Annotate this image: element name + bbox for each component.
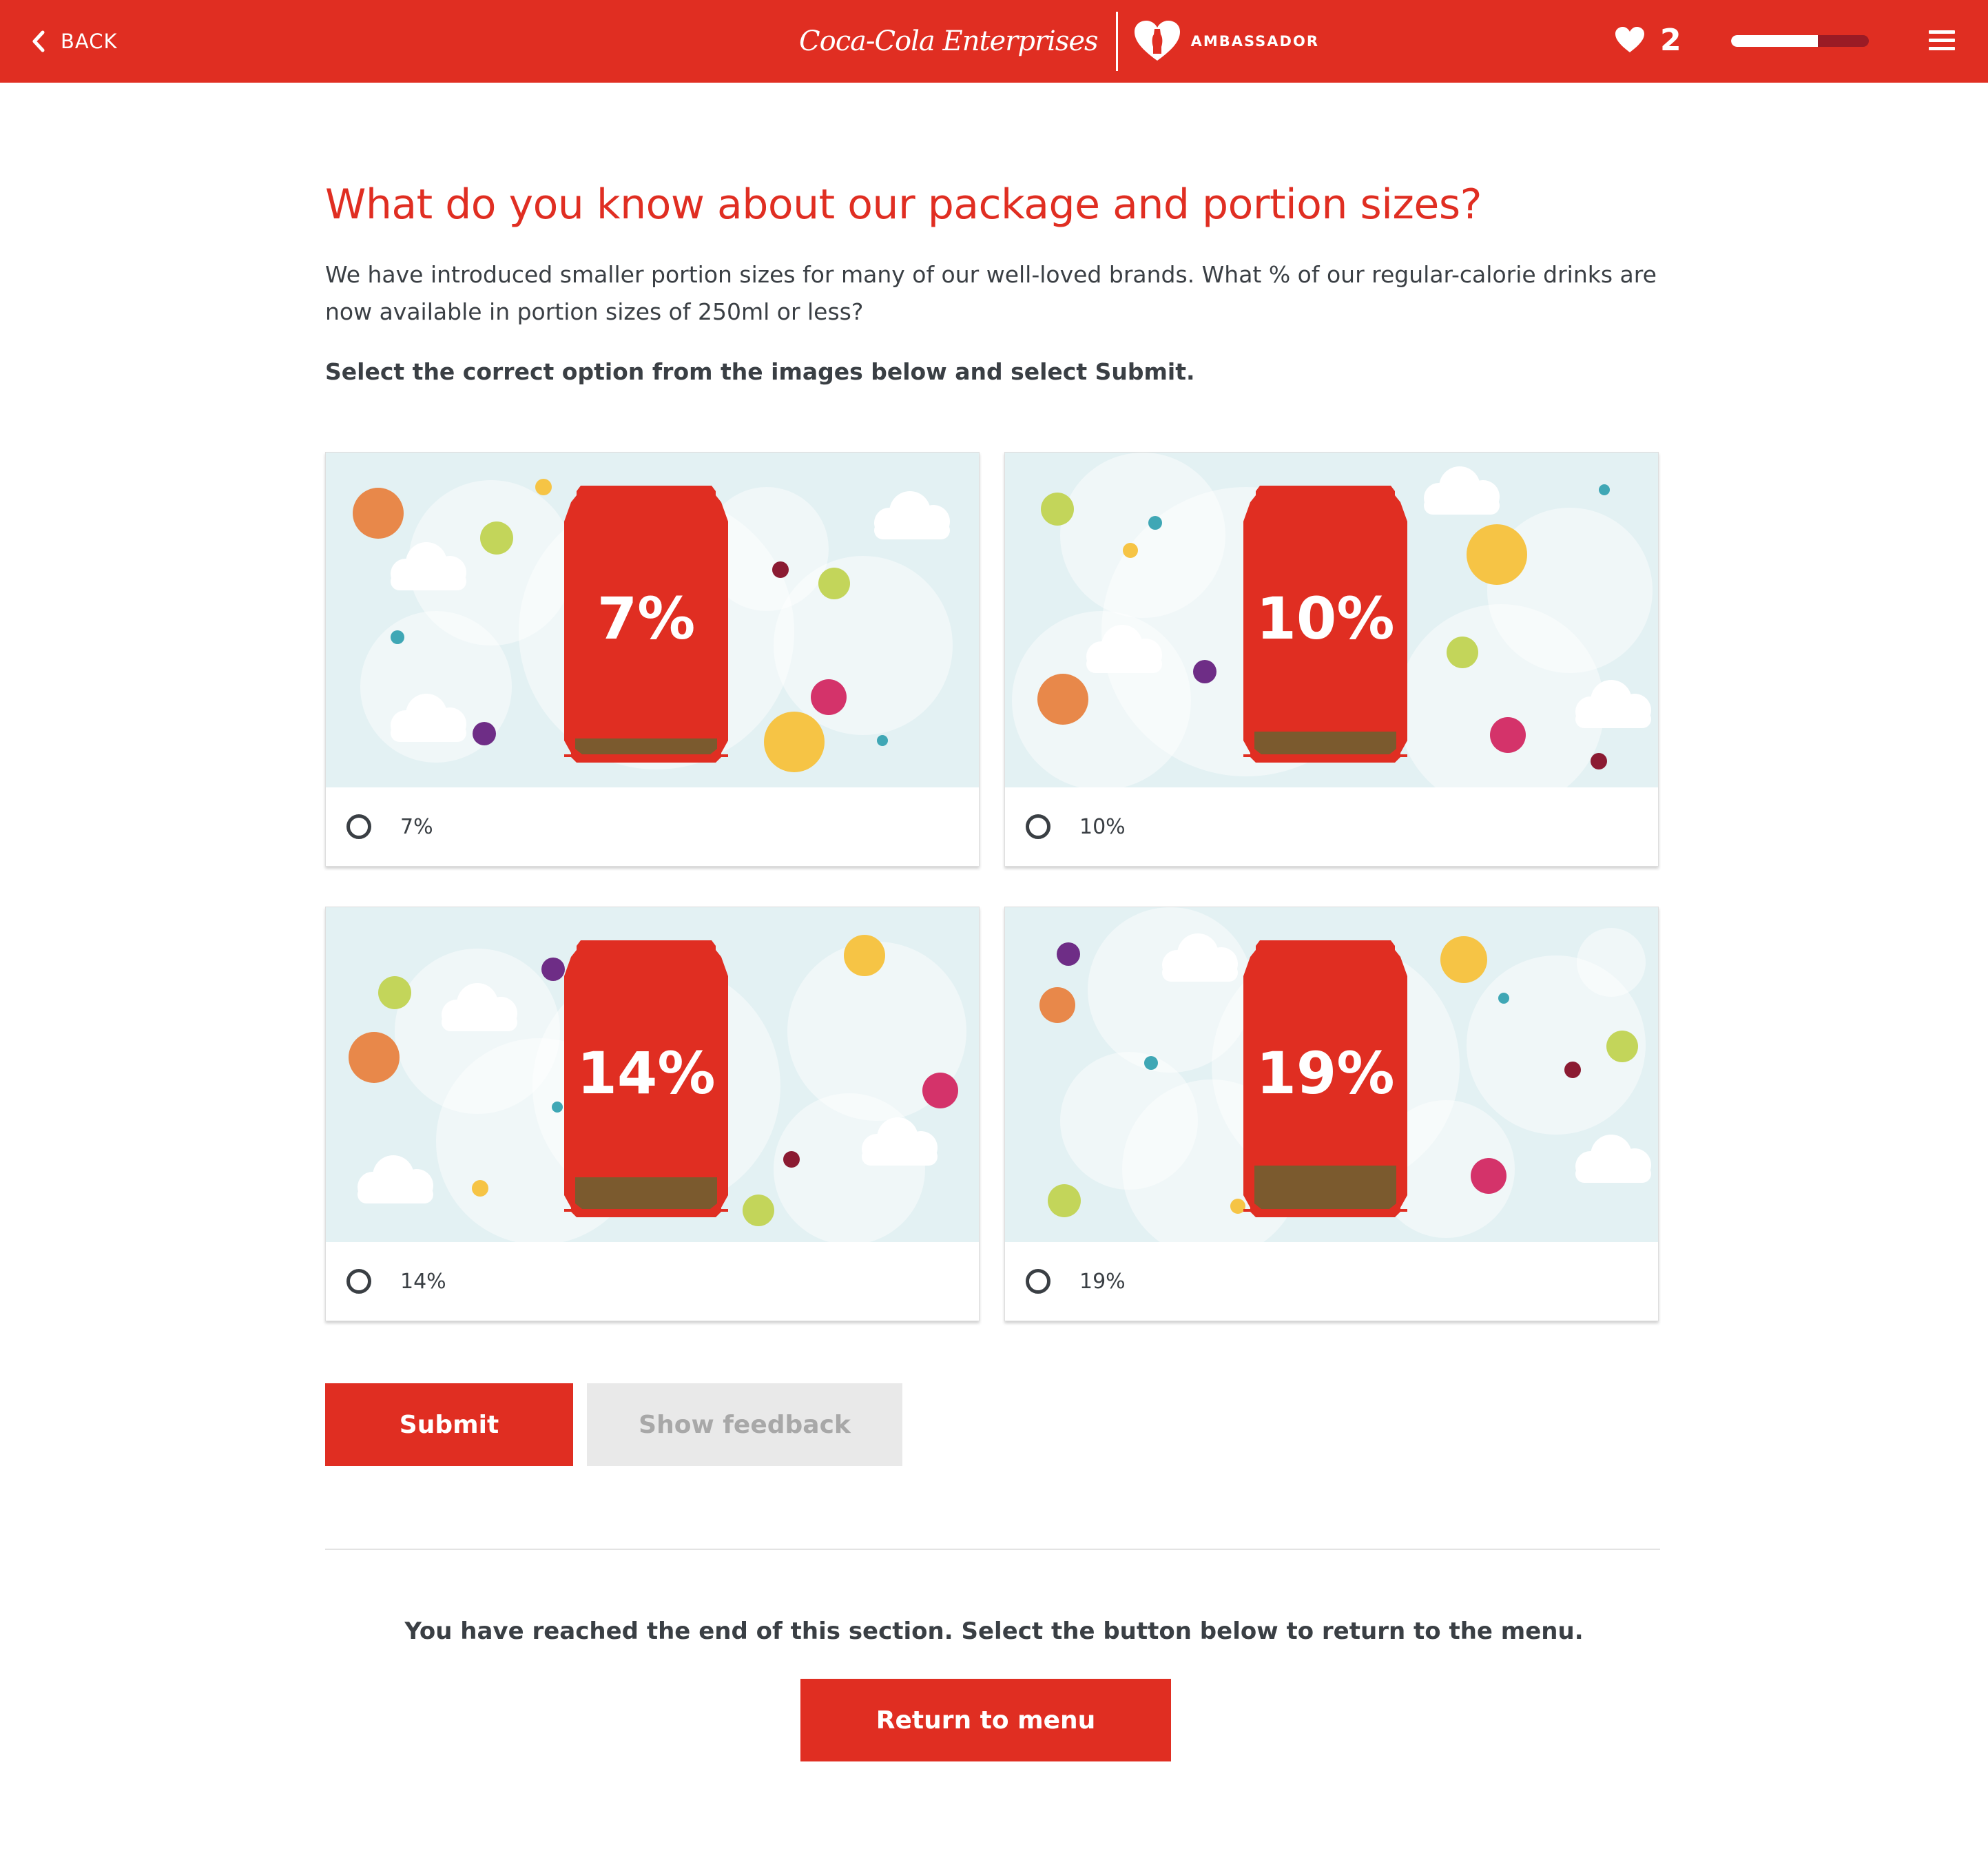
decorative-dot xyxy=(1490,717,1526,753)
question-body: We have introduced smaller portion sizes… xyxy=(325,261,1657,325)
can-liquid-level xyxy=(575,738,717,754)
question-instruction: Select the correct option from the image… xyxy=(325,358,1195,385)
heart-icon xyxy=(1615,27,1644,52)
soda-can-icon: 10% xyxy=(1243,486,1407,763)
decorative-dot xyxy=(349,1032,400,1083)
bubble-shape xyxy=(1577,928,1646,997)
lives-counter: 2 xyxy=(1615,19,1681,61)
decorative-dot xyxy=(480,521,513,555)
back-label: BACK xyxy=(61,30,118,53)
decorative-dot xyxy=(743,1195,774,1226)
can-illustration: 14% xyxy=(326,907,979,1242)
can-illustration: 10% xyxy=(1005,453,1658,787)
decorative-dot xyxy=(1193,660,1216,683)
option-card-10-percent[interactable]: 10% 10% xyxy=(1004,452,1659,867)
option-card-14-percent[interactable]: 14% 14% xyxy=(325,907,980,1321)
radio-button[interactable] xyxy=(1026,1269,1050,1294)
question-title: What do you know about our package and p… xyxy=(325,180,1482,229)
decorative-dot xyxy=(1591,753,1607,769)
radio-button[interactable] xyxy=(346,1269,371,1294)
decorative-dot xyxy=(811,679,847,715)
decorative-dot xyxy=(1057,942,1080,966)
chevron-left-icon xyxy=(32,30,45,52)
option-row[interactable]: 14% xyxy=(326,1242,979,1321)
can-illustration: 19% xyxy=(1005,907,1658,1242)
decorative-dot xyxy=(541,958,565,981)
can-liquid-level xyxy=(575,1177,717,1209)
hamburger-menu-icon[interactable] xyxy=(1929,30,1955,52)
progress-bar-fill xyxy=(1731,35,1818,47)
decorative-dot xyxy=(552,1102,563,1113)
bubble-shape xyxy=(774,1093,925,1242)
decorative-dot xyxy=(1123,543,1138,558)
decorative-dot xyxy=(1471,1158,1506,1194)
decorative-dot xyxy=(1048,1184,1081,1217)
option-label: 10% xyxy=(1079,814,1126,839)
section-divider xyxy=(325,1549,1660,1550)
can-percentage-label: 19% xyxy=(1256,1040,1394,1107)
decorative-dot xyxy=(1148,516,1162,530)
coca-cola-enterprises-logo: Coca-Cola Enterprises xyxy=(799,25,1099,57)
decorative-dot xyxy=(1564,1062,1581,1078)
option-card-7-percent[interactable]: 7% 7% xyxy=(325,452,980,867)
brand-logo: Coca-Cola Enterprises AMBASSADOR xyxy=(799,10,1319,73)
soda-can-icon: 7% xyxy=(564,486,728,763)
soda-can-icon: 14% xyxy=(564,940,728,1217)
decorative-dot xyxy=(1037,674,1088,725)
return-to-menu-button[interactable]: Return to menu xyxy=(800,1679,1171,1761)
can-illustration: 7% xyxy=(326,453,979,787)
can-percentage-label: 7% xyxy=(597,585,696,652)
brand-divider xyxy=(1115,12,1118,71)
submit-button[interactable]: Submit xyxy=(325,1383,573,1466)
back-button[interactable]: BACK xyxy=(32,0,118,83)
can-liquid-level xyxy=(1254,1166,1396,1209)
decorative-dot xyxy=(1144,1056,1158,1070)
decorative-dot xyxy=(472,1180,488,1197)
can-percentage-label: 14% xyxy=(577,1040,715,1107)
decorative-dot xyxy=(1440,936,1487,983)
decorative-dot xyxy=(818,568,850,599)
can-liquid-level xyxy=(1254,732,1396,754)
decorative-dot xyxy=(1498,993,1509,1004)
decorative-dot xyxy=(535,479,552,495)
ambassador-label: AMBASSADOR xyxy=(1190,33,1319,50)
option-card-19-percent[interactable]: 19% 19% xyxy=(1004,907,1659,1321)
radio-button[interactable] xyxy=(1026,814,1050,839)
decorative-dot xyxy=(1230,1199,1245,1214)
end-of-section-message: You have reached the end of this section… xyxy=(404,1617,1584,1645)
decorative-dot xyxy=(922,1073,958,1108)
decorative-dot xyxy=(1039,987,1075,1023)
radio-button[interactable] xyxy=(346,814,371,839)
decorative-dot xyxy=(1606,1031,1638,1062)
option-row[interactable]: 7% xyxy=(326,787,979,866)
decorative-dot xyxy=(764,712,825,772)
soda-can-icon: 19% xyxy=(1243,940,1407,1217)
lives-count: 2 xyxy=(1660,22,1681,58)
ambassador-heart-icon xyxy=(1134,21,1180,61)
decorative-dot xyxy=(1467,524,1527,585)
decorative-dot xyxy=(1599,484,1610,495)
decorative-dot xyxy=(772,561,789,578)
decorative-dot xyxy=(844,935,885,976)
decorative-dot xyxy=(783,1151,800,1168)
top-bar: BACK Coca-Cola Enterprises AMBASSADOR 2 xyxy=(0,0,1988,83)
decorative-dot xyxy=(1447,637,1478,668)
option-label: 7% xyxy=(400,814,433,839)
option-label: 14% xyxy=(400,1269,446,1294)
option-row[interactable]: 19% xyxy=(1005,1242,1658,1321)
decorative-dot xyxy=(1041,493,1074,526)
decorative-dot xyxy=(877,735,888,746)
show-feedback-button[interactable]: Show feedback xyxy=(587,1383,902,1466)
option-row[interactable]: 10% xyxy=(1005,787,1658,866)
decorative-dot xyxy=(378,976,411,1009)
decorative-dot xyxy=(473,722,496,745)
progress-bar xyxy=(1731,35,1869,47)
decorative-dot xyxy=(391,630,404,644)
decorative-dot xyxy=(353,488,404,539)
option-label: 19% xyxy=(1079,1269,1126,1294)
can-percentage-label: 10% xyxy=(1256,585,1394,652)
